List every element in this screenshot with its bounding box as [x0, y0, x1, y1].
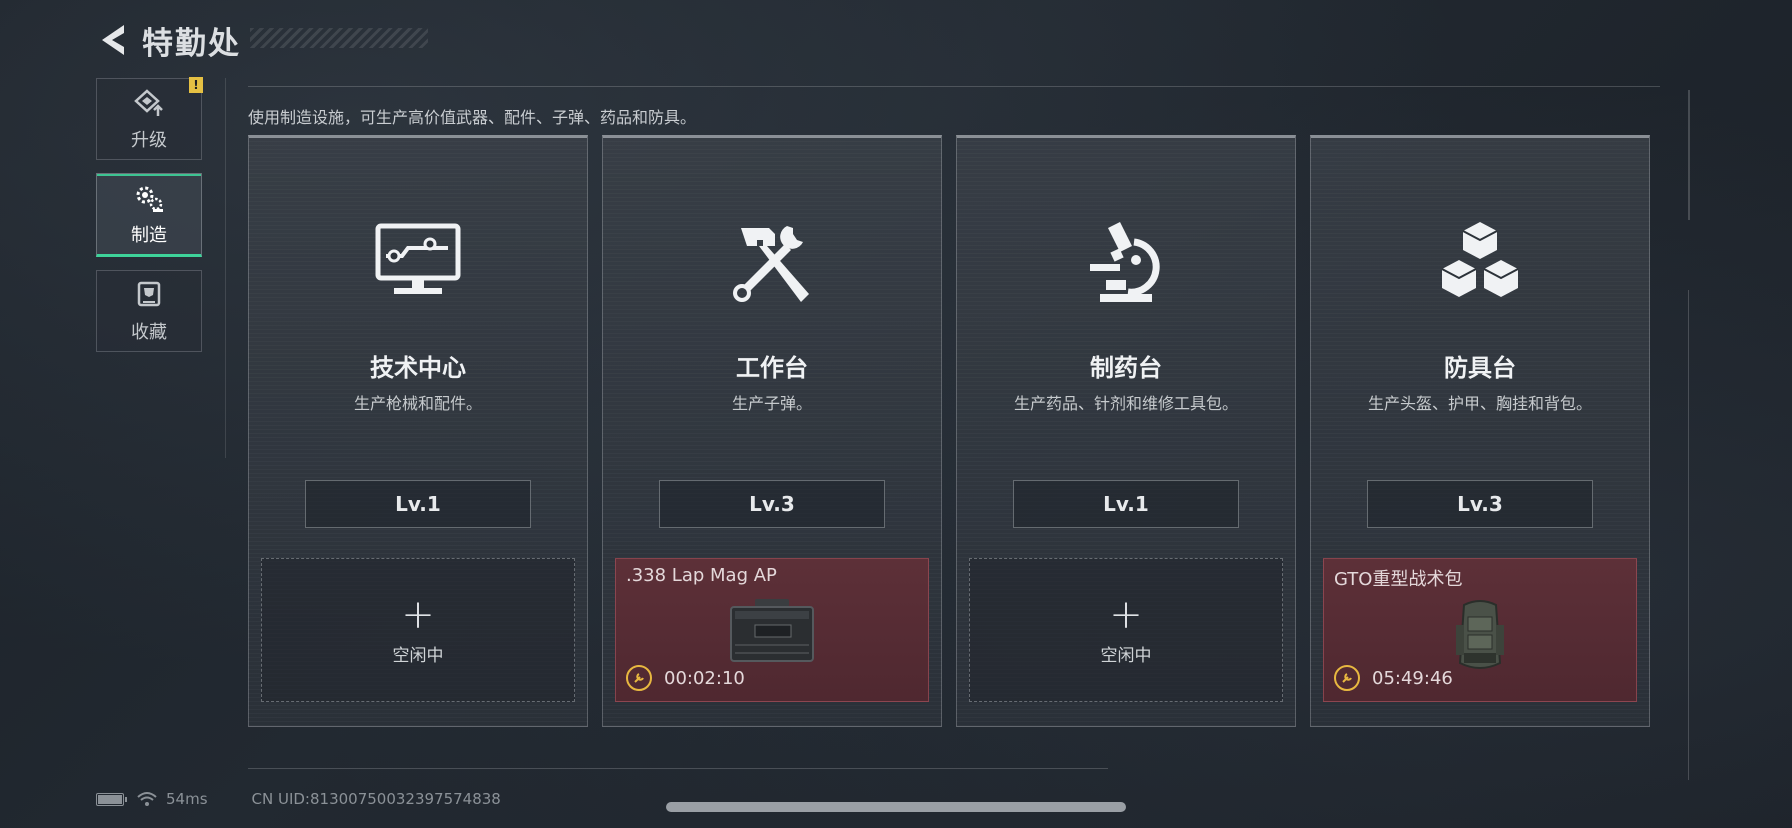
facility-card-pharmacy[interactable]: 制药台 生产药品、针剂和维修工具包。 Lv.1 + 空闲中	[956, 135, 1296, 727]
ping-value: 54ms	[166, 790, 208, 808]
battery-icon	[96, 792, 127, 806]
monitor-icon	[249, 220, 587, 310]
production-timer: 00:02:10	[626, 665, 745, 691]
level-badge[interactable]: Lv.1	[305, 480, 531, 528]
item-name: GTO重型战术包	[1334, 569, 1463, 590]
home-indicator[interactable]	[666, 802, 1126, 812]
wrench-timer-icon	[1334, 665, 1360, 691]
production-slot-busy[interactable]: GTO重型战术包 05:49:46	[1323, 558, 1637, 702]
trophy-icon	[132, 278, 166, 312]
wifi-icon	[137, 792, 157, 806]
facility-card-armor[interactable]: 防具台 生产头盔、护甲、胸挂和背包。 Lv.3 GTO重型战术包 05:49:4…	[1310, 135, 1650, 727]
slot-status: 空闲中	[392, 645, 444, 666]
level-badge[interactable]: Lv.3	[659, 480, 885, 528]
plus-icon: +	[1109, 591, 1143, 638]
decoration-line	[248, 768, 1108, 769]
upgrade-icon	[132, 86, 166, 120]
ammo-box-image	[727, 597, 817, 667]
title-decoration	[250, 28, 428, 48]
divider-horizontal	[248, 86, 1660, 87]
decoration-line	[1688, 90, 1690, 220]
back-arrow-icon	[102, 25, 124, 55]
nav-label-crafting: 制造	[131, 225, 167, 246]
production-timer: 05:49:46	[1334, 665, 1453, 691]
backpack-image	[1450, 597, 1510, 679]
nav-label-collection: 收藏	[131, 322, 167, 343]
item-name: .338 Lap Mag AP	[626, 565, 777, 586]
header: 特勤处	[96, 18, 241, 62]
page-description: 使用制造设施，可生产高价值武器、配件、子弹、药品和防具。	[248, 108, 697, 127]
microscope-icon	[957, 220, 1295, 310]
card-title: 防具台	[1444, 354, 1516, 382]
card-description: 生产药品、针剂和维修工具包。	[1013, 394, 1238, 413]
nav-item-crafting[interactable]: 制造	[96, 173, 202, 257]
card-description: 生产头盔、护甲、胸挂和背包。	[1367, 394, 1592, 413]
level-badge[interactable]: Lv.3	[1367, 480, 1593, 528]
timer-text: 05:49:46	[1372, 667, 1453, 689]
timer-text: 00:02:10	[664, 667, 745, 689]
facility-card-tech-center[interactable]: 技术中心 生产枪械和配件。 Lv.1 + 空闲中	[248, 135, 588, 727]
wrench-timer-icon	[626, 665, 652, 691]
card-description: 生产子弹。	[731, 394, 812, 413]
facility-cards: 技术中心 生产枪械和配件。 Lv.1 + 空闲中 工作台 生产子弹。 Lv.3 …	[248, 135, 1650, 727]
facility-card-workbench[interactable]: 工作台 生产子弹。 Lv.3 .338 Lap Mag AP 00:02:10	[602, 135, 942, 727]
divider-vertical	[225, 78, 226, 458]
side-nav: ! 升级 制造 收藏	[96, 77, 203, 365]
production-slot-busy[interactable]: .338 Lap Mag AP 00:02:10	[615, 558, 929, 702]
nav-label-upgrade: 升级	[131, 130, 167, 151]
status-bar: 54ms CN UID:81300750032397574838	[96, 790, 501, 808]
plus-icon: +	[401, 591, 435, 638]
production-slot-idle[interactable]: + 空闲中	[969, 558, 1283, 702]
card-title: 技术中心	[370, 354, 466, 382]
level-badge[interactable]: Lv.1	[1013, 480, 1239, 528]
cubes-icon	[1311, 220, 1649, 310]
card-title: 工作台	[736, 354, 808, 382]
hammer-wrench-icon	[603, 220, 941, 310]
nav-item-collection[interactable]: 收藏	[96, 270, 202, 352]
card-title: 制药台	[1090, 354, 1162, 382]
production-slot-idle[interactable]: + 空闲中	[261, 558, 575, 702]
nav-item-upgrade[interactable]: ! 升级	[96, 77, 203, 160]
warning-badge: !	[189, 77, 203, 93]
back-button[interactable]	[96, 20, 130, 60]
slot-status: 空闲中	[1100, 645, 1152, 666]
card-description: 生产枪械和配件。	[353, 394, 482, 413]
decoration-line	[1688, 290, 1689, 780]
page-title: 特勤处	[142, 25, 241, 62]
user-uid: CN UID:81300750032397574838	[251, 790, 501, 808]
gears-icon	[132, 181, 166, 215]
